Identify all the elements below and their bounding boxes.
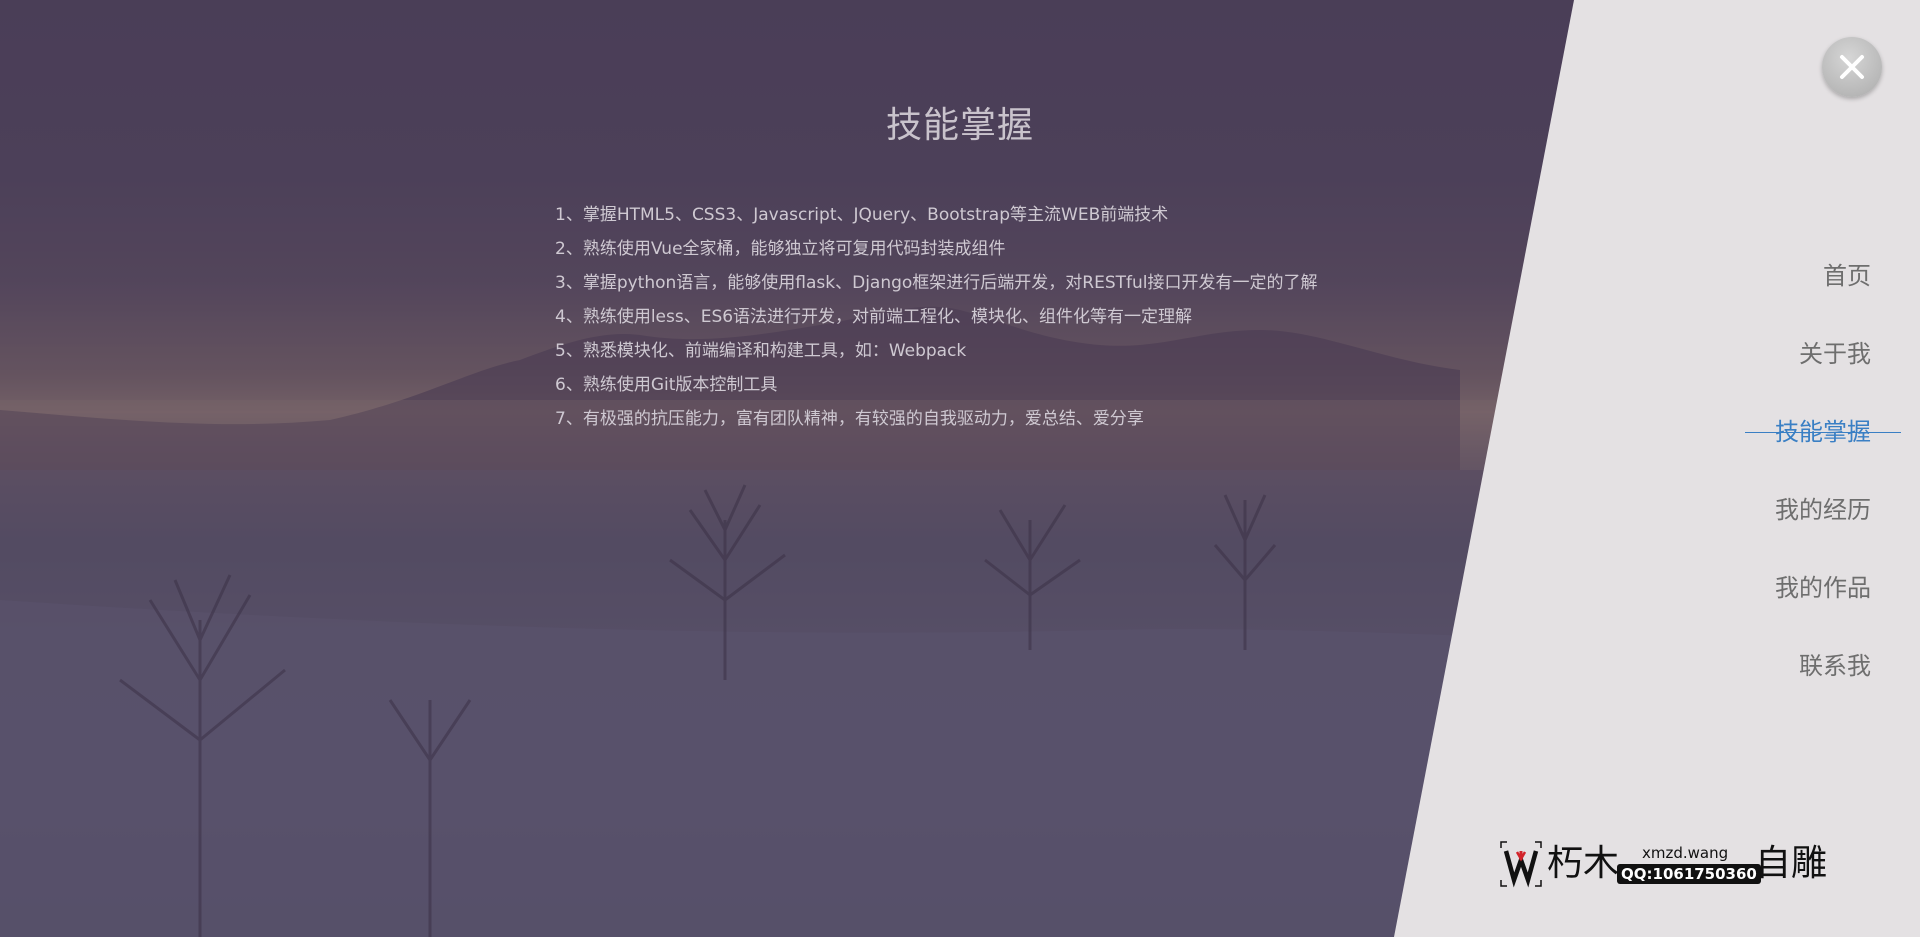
nav-item-label: 我的作品 xyxy=(1775,574,1871,602)
nav-item-about[interactable]: 关于我 xyxy=(1775,330,1871,408)
page: 技能掌握 1、掌握HTML5、CSS3、Javascript、JQuery、Bo… xyxy=(0,0,1920,937)
nav-item-contact[interactable]: 联系我 xyxy=(1775,642,1871,720)
list-item: 6、熟练使用Git版本控制工具 xyxy=(555,375,778,395)
active-indicator-line xyxy=(1745,432,1901,433)
nav-item-works[interactable]: 我的作品 xyxy=(1775,564,1871,642)
nav-item-home[interactable]: 首页 xyxy=(1775,252,1871,330)
logo-qq-badge: QQ:1061750360 xyxy=(1617,864,1761,884)
list-item: 2、熟练使用Vue全家桶，能够独立将可复用代码封装成组件 xyxy=(555,239,1006,259)
list-item: 7、有极强的抗压能力，富有团队精神，有较强的自我驱动力，爱总结、爱分享 xyxy=(555,409,1144,429)
skills-list: 1、掌握HTML5、CSS3、Javascript、JQuery、Bootstr… xyxy=(555,198,1318,436)
side-nav: 首页 关于我 技能掌握 我的经历 我的作品 联系我 xyxy=(1745,252,1901,720)
skills-section: 技能掌握 1、掌握HTML5、CSS3、Javascript、JQuery、Bo… xyxy=(0,0,1560,937)
nav-item-label: 我的经历 xyxy=(1775,496,1871,524)
logo-text-right: 自雕 xyxy=(1755,843,1828,884)
close-icon xyxy=(1840,55,1864,79)
nav-item-label: 关于我 xyxy=(1799,340,1871,368)
close-button[interactable] xyxy=(1822,37,1882,97)
nav-item-experience[interactable]: 我的经历 xyxy=(1775,486,1871,564)
logo-domain: xmzd.wang xyxy=(1642,844,1729,862)
list-item: 1、掌握HTML5、CSS3、Javascript、JQuery、Bootstr… xyxy=(555,205,1169,225)
list-item: 4、熟练使用less、ES6语法进行开发，对前端工程化、模块化、组件化等有一定理… xyxy=(555,307,1193,327)
list-item: 5、熟悉模块化、前端编译和构建工具，如：Webpack xyxy=(555,341,967,361)
nav-item-label: 联系我 xyxy=(1799,652,1871,680)
list-item: 3、掌握python语言，能够使用flask、Django框架进行后端开发，对R… xyxy=(555,273,1318,293)
nav-item-skills[interactable]: 技能掌握 xyxy=(1745,408,1901,486)
logo-text-left: 朽木 xyxy=(1547,843,1620,884)
nav-item-label: 首页 xyxy=(1823,262,1871,290)
logo-w-icon xyxy=(1500,841,1542,888)
site-logo[interactable]: 朽木 xmzd.wang QQ:1061750360 自雕 xyxy=(1497,838,1827,892)
